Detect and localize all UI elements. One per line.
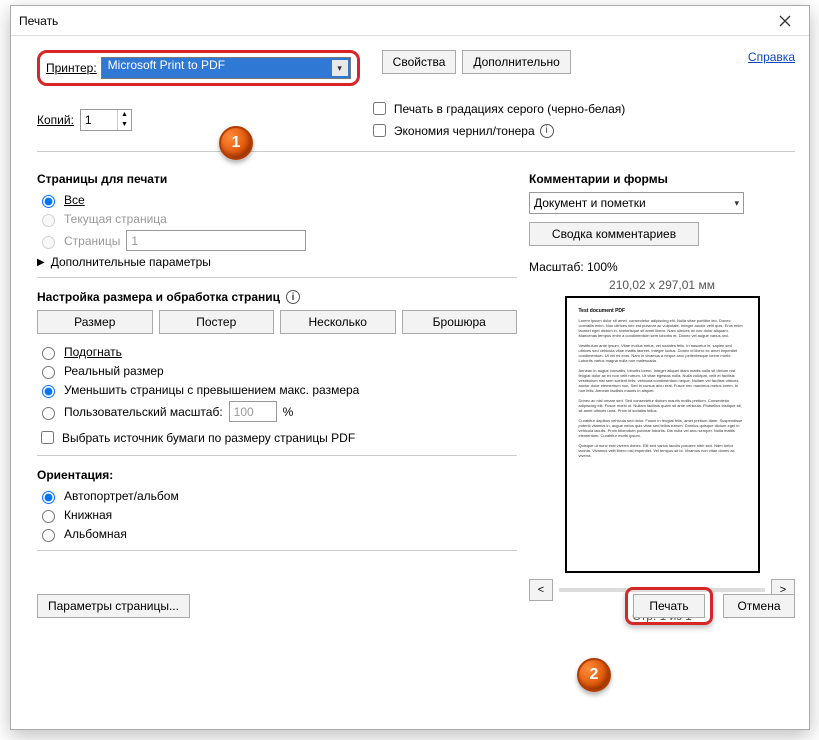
orient-portrait-radio[interactable] — [42, 510, 55, 523]
tab-multiple[interactable]: Несколько — [280, 310, 396, 334]
preview-body-text: Lorem ipsum dolor sit amet, consectetur … — [579, 318, 746, 458]
sizing-title: Настройка размера и обработка страниц — [37, 290, 280, 304]
advanced-button[interactable]: Дополнительно — [462, 50, 570, 74]
summarize-comments-button[interactable]: Сводка комментариев — [529, 222, 699, 246]
pages-current-label: Текущая страница — [64, 212, 167, 226]
custom-scale-input — [229, 401, 277, 422]
copies-label: Копий: — [37, 113, 74, 127]
pages-more-toggle[interactable]: Дополнительные параметры — [51, 255, 211, 269]
pages-range-radio — [42, 236, 55, 249]
print-button[interactable]: Печать — [633, 594, 705, 618]
paper-source-checkbox[interactable] — [41, 431, 54, 444]
copies-spinner[interactable]: ▲ ▼ — [80, 109, 132, 131]
save-ink-checkbox[interactable] — [373, 124, 386, 137]
scale-label: Масштаб: 100% — [529, 260, 795, 274]
page-dimensions: 210,02 x 297,01 мм — [529, 278, 795, 292]
comments-selected: Документ и пометки — [534, 196, 646, 210]
window-title: Печать — [19, 14, 769, 28]
pages-section-title: Страницы для печати — [37, 172, 517, 186]
pages-all-label: Все — [64, 193, 85, 207]
custom-scale-radio[interactable] — [42, 407, 55, 420]
comments-title: Комментарии и формы — [529, 172, 795, 186]
callout-badge-1: 1 — [219, 126, 253, 160]
triangle-right-icon[interactable]: ▶ — [37, 257, 45, 268]
custom-scale-label: Пользовательский масштаб: — [64, 405, 223, 419]
properties-button[interactable]: Свойства — [382, 50, 457, 74]
chevron-down-icon[interactable]: ▾ — [734, 198, 739, 209]
copies-input[interactable] — [81, 110, 117, 130]
tab-poster[interactable]: Постер — [159, 310, 275, 334]
printer-selected-value: Microsoft Print to PDF — [108, 58, 225, 72]
tab-booklet[interactable]: Брошюра — [402, 310, 518, 334]
orient-landscape-label: Альбомная — [64, 527, 127, 541]
actual-radio[interactable] — [42, 366, 55, 379]
pages-all-radio[interactable] — [42, 195, 55, 208]
save-ink-label: Экономия чернил/тонера — [394, 124, 535, 138]
actual-label: Реальный размер — [64, 364, 164, 378]
percent-label: % — [283, 405, 294, 419]
tab-size[interactable]: Размер — [37, 310, 153, 334]
print-dialog: Печать Принтер: Microsoft Print to PDF ▾… — [10, 5, 810, 730]
spinner-up-icon[interactable]: ▲ — [117, 110, 131, 120]
grayscale-checkbox[interactable] — [373, 102, 386, 115]
titlebar: Печать — [11, 6, 809, 36]
orient-auto-label: Автопортрет/альбом — [64, 489, 179, 503]
orient-portrait-label: Книжная — [64, 508, 112, 522]
orient-auto-radio[interactable] — [42, 491, 55, 504]
pages-range-label: Страницы — [64, 234, 120, 248]
grayscale-label: Печать в градациях серого (черно-белая) — [394, 102, 625, 116]
print-button-highlight: Печать — [625, 587, 713, 625]
fit-label: Подогнать — [64, 345, 122, 359]
printer-label: Принтер: — [46, 61, 97, 75]
pages-current-radio — [42, 214, 55, 227]
page-setup-button[interactable]: Параметры страницы... — [37, 594, 190, 618]
shrink-label: Уменьшить страницы с превышением макс. р… — [64, 383, 359, 397]
orient-landscape-radio[interactable] — [42, 529, 55, 542]
preview-doc-title: Test document PDF — [579, 308, 746, 314]
paper-source-label: Выбрать источник бумаги по размеру стран… — [62, 431, 355, 445]
cancel-button[interactable]: Отмена — [723, 594, 795, 618]
chevron-down-icon[interactable]: ▾ — [332, 60, 348, 76]
info-icon[interactable]: i — [540, 124, 554, 138]
comments-select[interactable]: Документ и пометки ▾ — [529, 192, 744, 214]
orientation-title: Ориентация: — [37, 468, 517, 482]
pages-range-input — [126, 230, 306, 251]
callout-badge-2: 2 — [577, 658, 611, 692]
printer-select[interactable]: Microsoft Print to PDF ▾ — [101, 57, 351, 79]
spinner-down-icon[interactable]: ▼ — [117, 120, 131, 130]
fit-radio[interactable] — [42, 347, 55, 360]
close-icon[interactable] — [769, 7, 801, 35]
info-icon[interactable]: i — [286, 290, 300, 304]
print-preview: Test document PDF Lorem ipsum dolor sit … — [565, 296, 760, 573]
printer-highlight: Принтер: Microsoft Print to PDF ▾ — [37, 50, 360, 86]
help-link[interactable]: Справка — [748, 50, 795, 64]
shrink-radio[interactable] — [42, 385, 55, 398]
